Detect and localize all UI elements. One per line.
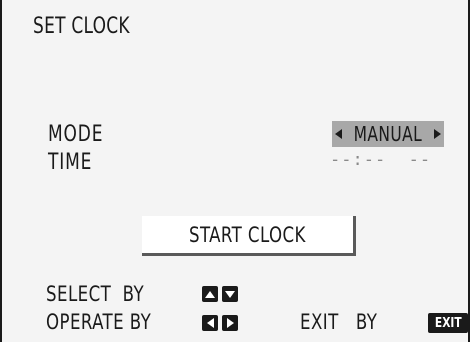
mode-selector[interactable]: MANUAL xyxy=(332,121,444,147)
select-help-text: SELECT BY xyxy=(46,282,145,306)
exit-key-icon: EXIT xyxy=(428,313,468,333)
operate-help-text: OPERATE BY xyxy=(46,310,152,334)
up-arrow-icon xyxy=(202,286,218,302)
time-label: TIME xyxy=(48,150,93,175)
start-clock-button[interactable]: START CLOCK xyxy=(142,216,356,256)
right-arrow-icon xyxy=(222,315,238,331)
down-arrow-icon xyxy=(222,286,238,302)
set-clock-screen: SET CLOCK MODE MANUAL TIME --:-- -- STAR… xyxy=(0,0,470,342)
mode-label: MODE xyxy=(48,122,104,147)
start-clock-label: START CLOCK xyxy=(189,222,306,247)
exit-key-label: EXIT xyxy=(434,315,462,331)
left-arrow-icon[interactable] xyxy=(335,129,342,139)
left-arrow-icon xyxy=(202,315,218,331)
mode-value: MANUAL xyxy=(353,122,423,146)
exit-help-text: EXIT BY xyxy=(300,310,378,334)
page-title: SET CLOCK xyxy=(33,14,130,39)
right-arrow-icon[interactable] xyxy=(433,129,441,139)
time-field[interactable]: --:-- -- xyxy=(330,150,431,170)
